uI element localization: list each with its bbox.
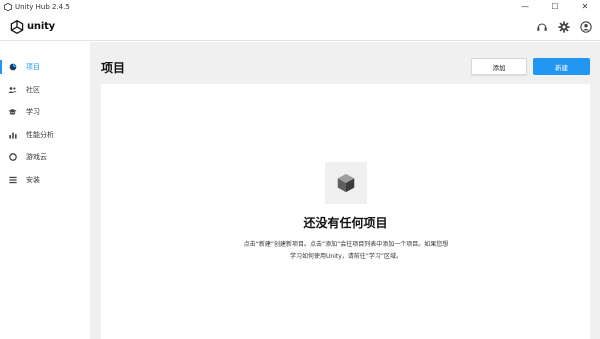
new-project-button[interactable]: 新建 [533, 58, 590, 75]
account-icon[interactable] [579, 20, 592, 33]
sidebar-item-cloud[interactable]: 游戏云 [0, 146, 90, 169]
settings-gear-icon[interactable] [557, 20, 570, 33]
sidebar-item-label: 学习 [26, 108, 40, 117]
app-header: unity [0, 13, 600, 41]
sidebar-item-analytics[interactable]: 性能分析 [0, 124, 90, 147]
close-button[interactable]: ✕ [570, 0, 600, 13]
header-icons [535, 20, 592, 33]
cube-icon-box [325, 162, 367, 204]
cube-icon [337, 173, 355, 193]
unity-logo: unity [10, 19, 55, 34]
installs-icon [8, 175, 17, 184]
add-project-button[interactable]: 添加 [471, 58, 527, 75]
logo-text: unity [27, 21, 55, 32]
minimize-button[interactable]: — [510, 0, 540, 13]
sidebar-item-installs[interactable]: 安装 [0, 169, 90, 192]
cloud-icon [8, 153, 17, 162]
main-content: 项目 添加 新建 还没有任何项目 点击“新建”创建新项目。点击“添加”会往项目列… [90, 42, 600, 339]
sidebar-item-label: 安装 [26, 175, 40, 184]
sidebar-item-label: 性能分析 [26, 130, 54, 139]
support-icon[interactable] [535, 20, 548, 33]
unity-logo-icon [10, 19, 24, 34]
maximize-button[interactable]: ☐ [540, 0, 570, 13]
sidebar-item-community[interactable]: 社区 [0, 79, 90, 102]
sidebar-item-label: 游戏云 [26, 153, 47, 162]
community-icon [8, 85, 17, 94]
sidebar: 项目 社区 学习 性能分析 游戏云 安装 [0, 42, 90, 339]
learn-icon [8, 108, 17, 117]
projects-icon [8, 63, 17, 72]
window-titlebar: Unity Hub 2.4.5 — ☐ ✕ [0, 0, 600, 13]
sidebar-item-label: 社区 [26, 85, 40, 94]
window-title: Unity Hub 2.4.5 [15, 2, 70, 11]
empty-state-description: 点击“新建”创建新项目。点击“添加”会往项目列表中添加一个项目。如果您想学习如何… [243, 241, 449, 260]
unity-hub-app-icon [3, 2, 12, 11]
sidebar-item-projects[interactable]: 项目 [0, 56, 90, 79]
page-title: 项目 [101, 61, 126, 75]
analytics-icon [8, 130, 17, 139]
sidebar-item-learn[interactable]: 学习 [0, 101, 90, 124]
empty-state-title: 还没有任何项目 [303, 216, 388, 230]
projects-panel: 还没有任何项目 点击“新建”创建新项目。点击“添加”会往项目列表中添加一个项目。… [101, 84, 590, 339]
sidebar-item-label: 项目 [26, 63, 40, 72]
window-controls: — ☐ ✕ [510, 0, 600, 13]
